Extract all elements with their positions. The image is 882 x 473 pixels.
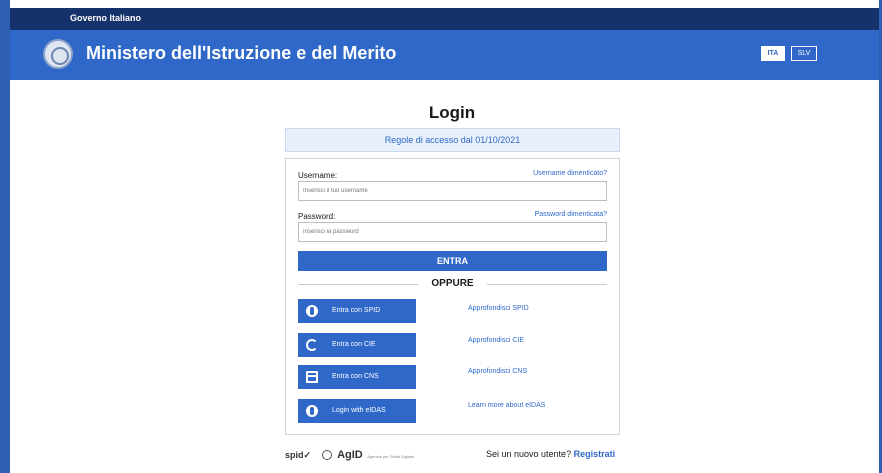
spid-logo[interactable]: spid✓ bbox=[285, 450, 311, 460]
login-submit-button[interactable]: ENTRA bbox=[298, 251, 607, 271]
eidas-user-icon bbox=[306, 405, 318, 417]
left-frame-border bbox=[0, 0, 10, 473]
agid-logo[interactable]: AgID bbox=[337, 449, 363, 461]
password-input[interactable] bbox=[298, 222, 607, 242]
username-input[interactable] bbox=[298, 181, 607, 201]
forgot-username-link[interactable]: Username dimenticato? bbox=[533, 170, 607, 177]
eidas-info-link[interactable]: Learn more about eIDAS bbox=[468, 402, 545, 409]
password-label: Password: bbox=[298, 212, 336, 221]
spid-login-button[interactable]: Entra con SPID bbox=[298, 299, 416, 323]
register-prompt-text: Sei un nuovo utente? bbox=[486, 449, 572, 459]
or-divider-label: OPPURE bbox=[431, 278, 474, 289]
cns-button-label: Entra con CNS bbox=[332, 373, 379, 380]
username-label: Username: bbox=[298, 171, 338, 180]
cie-info-link[interactable]: Approfondisci CIE bbox=[468, 337, 524, 344]
cie-button-label: Entra con CIE bbox=[332, 341, 376, 348]
spid-user-icon bbox=[306, 305, 318, 317]
government-bar: Governo Italiano bbox=[10, 8, 879, 30]
agid-subtitle: Agenzia per l'Italia Digitale bbox=[367, 454, 415, 459]
ministry-title[interactable]: Ministero dell'Istruzione e del Merito bbox=[86, 43, 396, 64]
spid-button-label: Entra con SPID bbox=[332, 307, 381, 314]
agid-mark-icon bbox=[321, 450, 332, 460]
language-slv-button[interactable]: SLV bbox=[791, 46, 817, 61]
page-title: Login bbox=[428, 103, 476, 122]
register-link[interactable]: Registrati bbox=[574, 449, 616, 459]
site-header: Ministero dell'Istruzione e del Merito I… bbox=[10, 30, 879, 80]
cns-login-button[interactable]: Entra con CNS bbox=[298, 365, 416, 389]
access-rules-link[interactable]: Regole di accesso dal 01/10/2021 bbox=[285, 128, 620, 152]
login-form: Username: Username dimenticato? Password… bbox=[285, 158, 620, 435]
cie-icon bbox=[306, 339, 318, 351]
eidas-login-button[interactable]: Login with eIDAS bbox=[298, 399, 416, 423]
republic-emblem-icon[interactable] bbox=[43, 39, 73, 69]
footer-logos: spid✓ AgID Agenzia per l'Italia Digitale bbox=[285, 449, 414, 461]
cns-info-link[interactable]: Approfondisci CNS bbox=[468, 368, 527, 375]
language-ita-button[interactable]: ITA bbox=[761, 46, 785, 61]
eidas-button-label: Login with eIDAS bbox=[332, 407, 386, 414]
government-bar-label[interactable]: Governo Italiano bbox=[70, 13, 141, 23]
forgot-password-link[interactable]: Password dimenticata? bbox=[535, 211, 607, 218]
spid-info-link[interactable]: Approfondisci SPID bbox=[468, 305, 529, 312]
card-icon bbox=[306, 371, 318, 383]
register-prompt: Sei un nuovo utente? Registrati bbox=[486, 449, 615, 459]
cie-login-button[interactable]: Entra con CIE bbox=[298, 333, 416, 357]
